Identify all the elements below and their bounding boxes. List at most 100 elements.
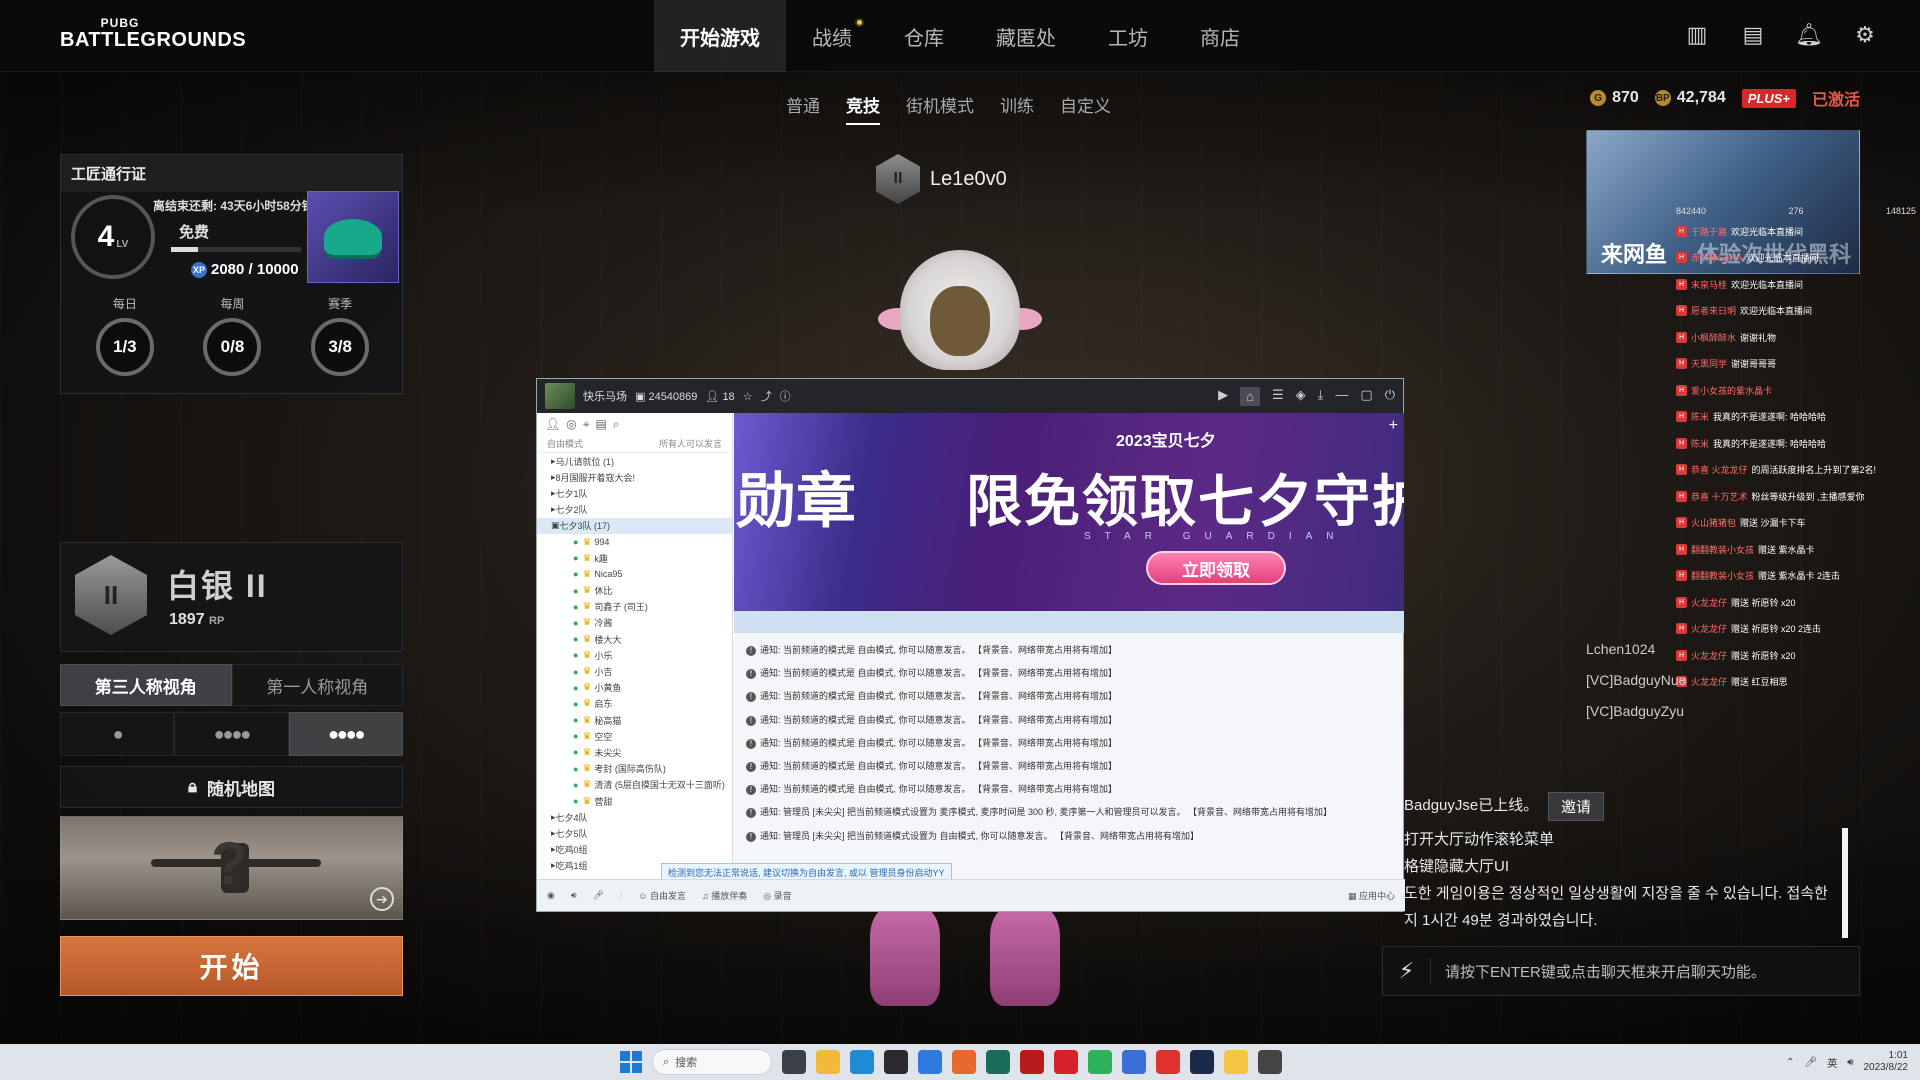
survivor-pass-panel[interactable]: 工匠通行证 4 LV 离结束还剩: 43天6小时58分钟 免费 XP 2080 / … [60, 154, 403, 394]
app-icon[interactable] [1054, 1050, 1078, 1074]
app-center-button[interactable]: ▦ 应用中心 [1348, 889, 1395, 902]
channel-group[interactable]: ▸ 七夕1队 [537, 485, 732, 501]
rank-panel[interactable]: II 白银 II 1897 RP [60, 542, 403, 652]
channel-member[interactable]: ● ♛ 考封 (国际高伤队) [537, 761, 732, 777]
tab-ranked[interactable]: 竞技 [846, 92, 880, 125]
tpp-button[interactable]: 第三人称视角 [60, 664, 232, 706]
channel-group[interactable]: ▸ 七夕2队 [537, 502, 732, 518]
video-icon[interactable]: ▶ [1218, 387, 1228, 406]
chevron-up-icon[interactable]: ⌃ [1786, 1057, 1794, 1068]
plus-badge[interactable]: PLUS+ [1741, 88, 1796, 108]
channel-member[interactable]: ● ♛ 小黄鱼 [537, 680, 732, 696]
channel-member[interactable]: ● ♛ 小吉 [537, 663, 732, 679]
channel-member[interactable]: ● ♛ 司鑫子 (司王) [537, 599, 732, 615]
channel-member[interactable]: ● ♛ 空空 [537, 728, 732, 744]
channel-member[interactable]: ● ♛ 未尖尖 [537, 744, 732, 760]
folder-icon[interactable] [816, 1050, 840, 1074]
gcoin[interactable]: G 870 [1590, 89, 1639, 107]
notes-icon[interactable]: ▤ [595, 417, 606, 431]
friend-item[interactable]: [VC]BadguyNuo [1586, 665, 1686, 696]
app-icon[interactable] [918, 1050, 942, 1074]
wechat-icon[interactable] [1088, 1050, 1112, 1074]
mission-weekly[interactable]: 每周 0/8 [187, 295, 277, 387]
nav-stash[interactable]: 藏匿处 [970, 0, 1082, 72]
solo-icon[interactable]: ● [60, 712, 175, 756]
bp[interactable]: BP 42,784 [1654, 89, 1726, 107]
arrow-right-icon[interactable]: ➔ [370, 887, 394, 911]
channel-member[interactable]: ● ♛ 秘高猫 [537, 712, 732, 728]
store-gift-icon[interactable]: ▥ [1682, 20, 1712, 50]
gear-icon[interactable]: ⚙ [1850, 20, 1880, 50]
channel-member[interactable]: ● ♛ 清清 (5层自摸国士无双十三面听) [537, 777, 732, 793]
list-icon[interactable]: ☰ [1272, 387, 1284, 406]
channel-member[interactable]: ● ♛ k趣 [537, 550, 732, 566]
group-icon[interactable]: ◎ [566, 417, 576, 431]
star-icon[interactable]: ☆ [743, 390, 753, 403]
user-icon[interactable]: 👤︎ [545, 417, 560, 431]
channel-member[interactable]: ● ♛ 冷酱 [537, 615, 732, 631]
nav-career[interactable]: 战绩 [786, 0, 878, 72]
volume-icon[interactable]: 🔊︎ [1847, 1057, 1853, 1068]
location-icon[interactable]: ⌖ [583, 417, 590, 431]
character-avatar[interactable] [878, 250, 1042, 375]
claim-button[interactable]: 立即领取 [1146, 551, 1286, 585]
channel-member[interactable]: ● ♛ 启东 [537, 696, 732, 712]
mission-daily[interactable]: 每日 1/3 [80, 295, 170, 387]
edge-icon[interactable] [850, 1050, 874, 1074]
missions-icon[interactable]: ▤ [1738, 20, 1768, 50]
friend-item[interactable]: Lchen1024 [1586, 634, 1686, 665]
channel-member[interactable]: ● ♛ 994 [537, 534, 732, 550]
free-talk-button[interactable]: ☺ 自由发言 [638, 889, 686, 902]
channel-member[interactable]: ● ♛ 休比 [537, 583, 732, 599]
input-language[interactable]: 英 [1827, 1055, 1837, 1070]
yy-icon[interactable] [1224, 1050, 1248, 1074]
user-avatar[interactable]: ◉ [547, 890, 555, 901]
add-tab-icon[interactable]: + [1389, 417, 1398, 435]
app-icon[interactable] [1020, 1050, 1044, 1074]
gamepad-icon[interactable]: ◈ [1296, 387, 1306, 406]
tab-normal[interactable]: 普通 [786, 92, 820, 125]
mixer-icon[interactable]: ⫶ [620, 890, 622, 901]
bell-icon[interactable]: 🔔︎ [1794, 20, 1824, 50]
squad-active-icon[interactable]: ●●●● [288, 712, 403, 756]
music-button[interactable]: ♫ 播放伴奏 [702, 889, 747, 902]
channel-group[interactable]: ▣ 七夕3队 (17) [537, 517, 732, 534]
chat-input[interactable]: ⚡ 请按下ENTER键或点击聊天框来开启聊天功能。 [1382, 946, 1860, 996]
yy-voice-window[interactable]: 快乐马场 ▣ 24540869 👤︎ 18 ☆ ⤴ ⓘ ▶ ⌂ ☰ ◈ ⤓ — … [536, 378, 1405, 912]
search-icon[interactable]: ⌕ [613, 417, 620, 431]
invite-button[interactable]: 邀请 [1548, 792, 1605, 821]
squad-icon[interactable]: ●●●● [174, 712, 289, 756]
info-icon[interactable]: ⓘ [780, 388, 791, 404]
clock[interactable]: 1:01 2023/8/22 [1864, 1050, 1909, 1074]
map-select-button[interactable]: 🔒︎ 随机地图 [60, 766, 403, 808]
chat-scrollbar[interactable] [1842, 828, 1848, 938]
app-icon[interactable] [884, 1050, 908, 1074]
tab-custom[interactable]: 自定义 [1060, 92, 1111, 125]
speaker-icon[interactable]: 🔊︎ [571, 890, 577, 901]
nav-play[interactable]: 开始游戏 [654, 0, 786, 72]
qixi-banner[interactable]: 勋章 2023宝贝七夕 限免领取七夕守护勋 STAR GUARDIAN 立即领取… [734, 413, 1404, 611]
taskbar-search[interactable]: ⌕ 搜索 [652, 1049, 772, 1075]
mission-season[interactable]: 赛季 3/8 [295, 295, 385, 387]
power-icon[interactable]: ⏻ [1385, 387, 1395, 406]
share-icon[interactable]: ⤴ [761, 388, 772, 404]
map-preview[interactable]: ? ➔ [60, 816, 403, 920]
channel-group[interactable]: ▸ 七夕5队 [537, 825, 732, 841]
nav-inventory[interactable]: 仓库 [878, 0, 970, 72]
windows-start-icon[interactable] [620, 1051, 642, 1073]
record-button[interactable]: ◎ 录音 [763, 889, 791, 902]
start-button[interactable]: 开始 [60, 936, 403, 996]
channel-member[interactable]: ● ♛ Nica95 [537, 566, 732, 582]
app-icon[interactable] [1156, 1050, 1180, 1074]
friend-item[interactable]: [VC]BadguyZyu [1586, 696, 1686, 727]
channel-member[interactable]: ● ♛ 营甜 [537, 793, 732, 809]
steam-icon[interactable] [1190, 1050, 1214, 1074]
channel-member[interactable]: ● ♛ 小乐 [537, 647, 732, 663]
channel-group[interactable]: ▸ 七夕4队 [537, 809, 732, 825]
tab-arcade[interactable]: 街机模式 [906, 92, 974, 125]
home-icon[interactable]: ⌂ [1240, 386, 1260, 406]
app-icon[interactable] [952, 1050, 976, 1074]
nav-workshop[interactable]: 工坊 [1082, 0, 1174, 72]
pubg-icon[interactable] [1258, 1050, 1282, 1074]
mic-icon[interactable]: 🎤︎ [593, 890, 604, 901]
